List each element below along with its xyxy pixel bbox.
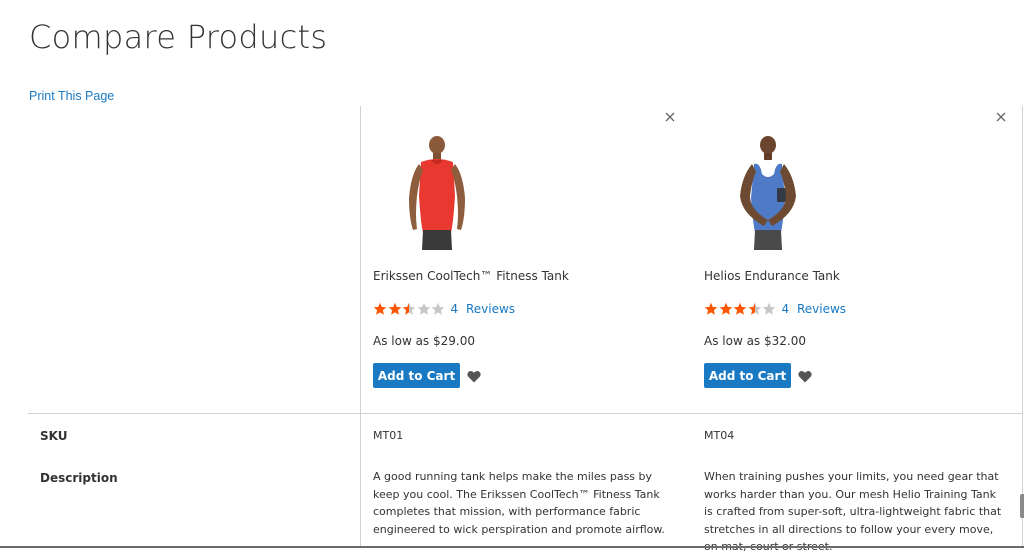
heart-icon[interactable]	[467, 370, 481, 383]
product-photo-1[interactable]	[397, 134, 477, 250]
product-photo-2[interactable]	[728, 134, 808, 250]
reviews-link[interactable]: 4 Reviews	[782, 302, 847, 316]
close-icon[interactable]	[663, 110, 677, 124]
star-icon	[762, 302, 776, 315]
product-name[interactable]: Erikssen CoolTech™ Fitness Tank	[373, 269, 569, 283]
star-icon	[417, 302, 430, 315]
star-icon	[719, 302, 732, 315]
product-column-1: Erikssen CoolTech™ Fitness Tank 4 Review…	[373, 106, 703, 413]
description-label: Description	[40, 471, 118, 485]
description-text: When training pushes your limits, you ne…	[704, 470, 1002, 553]
add-to-cart-button[interactable]: Add to Cart	[704, 363, 791, 388]
product-rating: 4 Reviews	[704, 302, 846, 316]
star-icon	[704, 302, 718, 315]
sku-label: SKU	[40, 429, 68, 443]
star-icon	[748, 302, 761, 315]
close-icon[interactable]	[994, 110, 1008, 124]
rating-stars	[704, 302, 777, 316]
star-icon	[402, 302, 416, 315]
product-column-2: Helios Endurance Tank 4 Reviews As low a…	[704, 106, 1024, 413]
sku-value: MT01	[373, 429, 404, 442]
heart-icon[interactable]	[798, 370, 812, 383]
rating-stars	[373, 302, 446, 316]
star-icon	[373, 302, 387, 315]
product-price: As low as $32.00	[704, 334, 806, 348]
reviews-count: 4	[450, 302, 459, 316]
star-icon	[733, 302, 747, 315]
column-divider	[360, 106, 361, 548]
description-text: A good running tank helps make the miles…	[373, 470, 665, 536]
reviews-label: Reviews	[796, 302, 847, 316]
product-name[interactable]: Helios Endurance Tank	[704, 269, 840, 283]
compare-table: Erikssen CoolTech™ Fitness Tank 4 Review…	[28, 106, 1024, 553]
reviews-link[interactable]: 4 Reviews	[451, 302, 516, 316]
reviews-count: 4	[781, 302, 790, 316]
row-divider	[28, 413, 1023, 414]
sku-value: MT04	[704, 429, 735, 442]
scrollbar-thumb[interactable]	[1020, 494, 1024, 518]
product-price: As low as $29.00	[373, 334, 475, 348]
print-page-link[interactable]: Print This Page	[29, 89, 114, 103]
star-icon	[388, 302, 401, 315]
star-icon	[431, 302, 445, 315]
page-title: Compare Products	[29, 18, 328, 56]
product-rating: 4 Reviews	[373, 302, 515, 316]
reviews-label: Reviews	[465, 302, 516, 316]
add-to-cart-button[interactable]: Add to Cart	[373, 363, 460, 388]
